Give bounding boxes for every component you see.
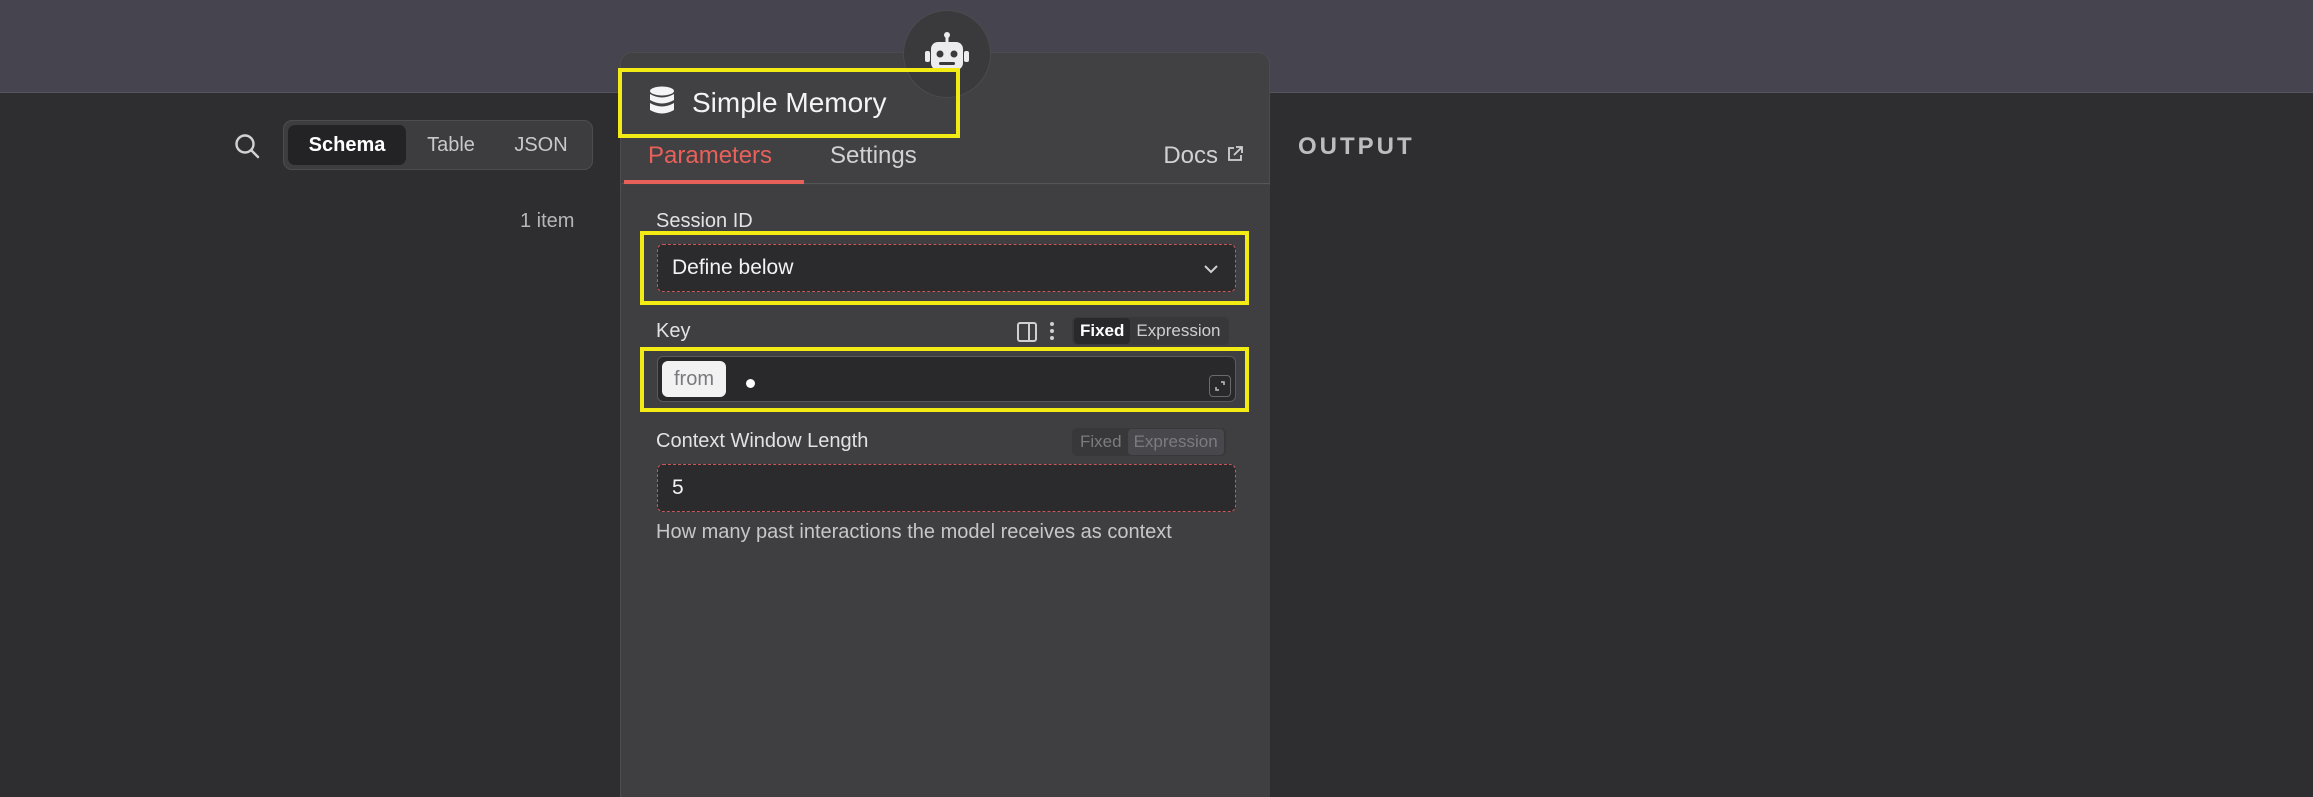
active-tab-indicator: [624, 180, 804, 184]
session-id-select[interactable]: Define below: [657, 244, 1236, 292]
context-window-hint: How many past interactions the model rec…: [656, 521, 1172, 543]
database-icon: [648, 86, 676, 121]
context-window-label: Context Window Length: [656, 430, 869, 452]
tab-settings[interactable]: Settings: [830, 142, 917, 170]
docs-label: Docs: [1163, 142, 1218, 169]
input-pane: [0, 93, 620, 797]
view-table-button[interactable]: Table: [406, 125, 496, 165]
node-title-text[interactable]: Simple Memory: [692, 87, 886, 119]
view-schema-button[interactable]: Schema: [288, 125, 406, 165]
search-icon[interactable]: [232, 131, 262, 161]
view-json-button[interactable]: JSON: [496, 125, 586, 165]
panel-tabs: Parameters Settings Docs: [622, 138, 1270, 184]
output-heading: OUTPUT: [1298, 133, 1415, 160]
session-id-label: Session ID: [656, 210, 753, 232]
key-mode-expression[interactable]: Expression: [1130, 318, 1226, 344]
context-window-value: 5: [672, 476, 684, 499]
panel-split-icon[interactable]: [1016, 321, 1038, 348]
items-count: 1 item: [520, 210, 575, 232]
more-options-icon[interactable]: [1048, 320, 1056, 347]
session-id-value: Define below: [672, 256, 794, 279]
context-window-mode-fixed[interactable]: Fixed: [1074, 429, 1128, 455]
text-cursor: [746, 379, 755, 388]
key-input[interactable]: from: [657, 356, 1236, 402]
chevron-down-icon: [1201, 259, 1221, 285]
tab-parameters[interactable]: Parameters: [648, 142, 772, 170]
node-title: Simple Memory: [618, 68, 960, 138]
external-link-icon: [1226, 142, 1244, 170]
view-mode-toggle: Schema Table JSON: [283, 120, 593, 170]
key-mode-fixed[interactable]: Fixed: [1074, 318, 1131, 344]
context-window-mode-toggle: Fixed Expression: [1072, 428, 1226, 456]
docs-link[interactable]: Docs: [1163, 142, 1244, 170]
context-window-mode-expression[interactable]: Expression: [1127, 429, 1224, 455]
context-window-input[interactable]: 5: [657, 464, 1236, 512]
expression-token[interactable]: from: [662, 361, 726, 397]
key-label: Key: [656, 320, 691, 342]
expand-editor-icon[interactable]: [1209, 375, 1231, 397]
key-mode-toggle: Fixed Expression: [1072, 317, 1229, 345]
